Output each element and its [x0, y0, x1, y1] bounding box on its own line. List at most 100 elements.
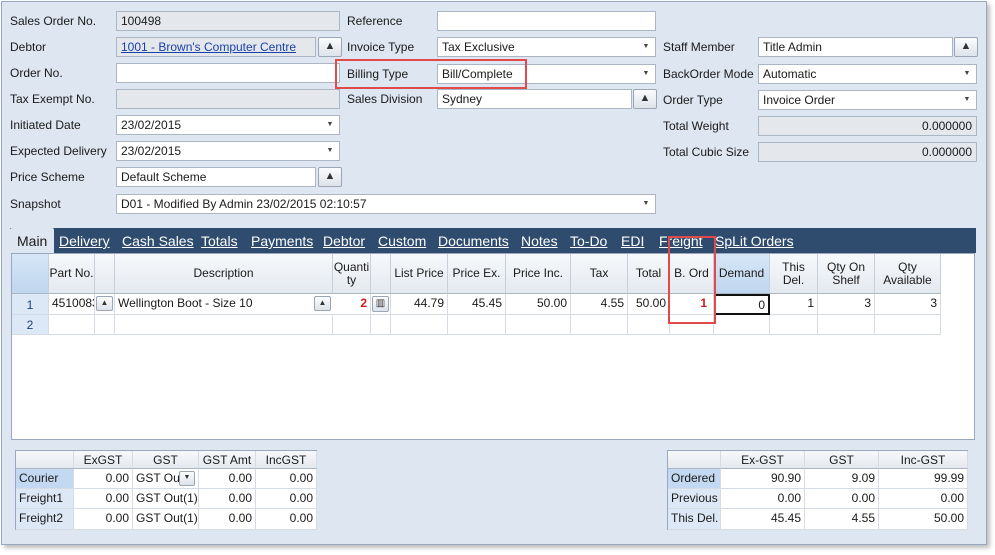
freight-gst-select[interactable]: GST Out ▼ — [133, 469, 199, 489]
freight-gst-amt[interactable]: 0.00 — [199, 489, 256, 509]
freight-exgst[interactable]: 0.00 — [74, 489, 133, 509]
cell-total[interactable]: 50.00 — [628, 294, 670, 315]
debtor-field[interactable]: 1001 - Brown's Computer Centre — [116, 37, 316, 57]
initiated-date-field[interactable]: 23/02/2015 ▼ — [116, 115, 340, 135]
order-type-select[interactable]: Invoice Order ▼ — [758, 90, 977, 110]
tab-documents[interactable]: Documents — [438, 228, 509, 253]
tab-notes[interactable]: Notes — [521, 228, 558, 253]
freight-exgst[interactable]: 0.00 — [74, 469, 133, 489]
grid-corner[interactable] — [12, 254, 49, 294]
tab-payments[interactable]: Payments — [251, 228, 313, 253]
col-tax[interactable]: Tax — [571, 254, 628, 294]
cell-total[interactable] — [628, 315, 670, 335]
cell-price-ex[interactable]: 45.45 — [448, 294, 506, 315]
chevron-down-icon[interactable]: ▼ — [640, 198, 652, 210]
sales-division-field[interactable]: Sydney — [437, 89, 632, 109]
staff-member-field[interactable]: Title Admin — [758, 37, 953, 57]
tab-debtor[interactable]: Debtor — [323, 228, 365, 253]
freight-row-label[interactable]: Courier — [16, 469, 74, 489]
staff-member-lookup-button[interactable]: ▲ — [954, 37, 978, 57]
freight-exgst[interactable]: 0.00 — [74, 509, 133, 530]
tab-split-orders[interactable]: SpLit Orders — [715, 228, 794, 253]
tab-cash-sales[interactable]: Cash Sales — [122, 228, 194, 253]
cell-list-price[interactable] — [391, 315, 448, 335]
cell-part-no[interactable]: 4510083 — [49, 294, 95, 315]
trash-icon[interactable]: ▥ — [372, 296, 389, 312]
cell-tax[interactable] — [571, 315, 628, 335]
price-scheme-field[interactable]: Default Scheme — [116, 167, 316, 187]
freight-incgst[interactable]: 0.00 — [256, 509, 317, 530]
freight-gst-amt[interactable]: 0.00 — [199, 509, 256, 530]
freight-incgst[interactable]: 0.00 — [256, 489, 317, 509]
col-description[interactable]: Description — [115, 254, 333, 294]
col-list-price[interactable]: List Price — [391, 254, 448, 294]
tab-custom[interactable]: Custom — [378, 228, 426, 253]
col-this-del[interactable]: This Del. — [770, 254, 818, 294]
col-part-no[interactable]: Part No. — [49, 254, 95, 294]
cell-this-del[interactable] — [770, 315, 818, 335]
col-qty-on-shelf[interactable]: Qty On Shelf — [818, 254, 875, 294]
col-part-lookup — [95, 254, 115, 294]
cell-qty-on-shelf[interactable]: 3 — [818, 294, 875, 315]
chevron-down-icon[interactable]: ▼ — [640, 41, 652, 53]
cell-demand[interactable] — [714, 315, 770, 335]
tab-edi[interactable]: EDI — [621, 228, 644, 253]
debtor-lookup-button[interactable]: ▲ — [318, 37, 342, 57]
cell-demand[interactable]: 0 — [714, 294, 770, 315]
tax-exempt-field[interactable] — [116, 89, 340, 109]
col-total[interactable]: Total — [628, 254, 670, 294]
cell-description[interactable] — [115, 315, 333, 335]
backorder-mode-select[interactable]: Automatic ▼ — [758, 64, 977, 84]
freight-row-label[interactable]: Freight2 — [16, 509, 74, 530]
row-number[interactable]: 2 — [12, 315, 49, 335]
reference-field[interactable] — [437, 11, 656, 31]
chevron-up-icon[interactable]: ▲ — [314, 296, 331, 311]
cell-price-inc[interactable] — [506, 315, 571, 335]
chevron-up-icon[interactable]: ▲ — [96, 296, 113, 311]
cell-qty-on-shelf[interactable] — [818, 315, 875, 335]
freight-row-label[interactable]: Freight1 — [16, 489, 74, 509]
order-no-field[interactable] — [116, 63, 340, 83]
invoice-type-select[interactable]: Tax Exclusive ▼ — [437, 37, 656, 57]
initiated-date-label: Initiated Date — [10, 118, 81, 132]
sales-order-no-field[interactable]: 100498 — [116, 11, 340, 31]
tab-delivery[interactable]: Delivery — [59, 228, 110, 253]
chevron-down-icon[interactable]: ▼ — [640, 68, 652, 80]
price-scheme-lookup-button[interactable]: ▲ — [318, 167, 342, 187]
cell-list-price[interactable]: 44.79 — [391, 294, 448, 315]
chevron-down-icon[interactable]: ▼ — [961, 94, 973, 106]
cell-tax[interactable]: 4.55 — [571, 294, 628, 315]
order-lines-grid[interactable]: Part No. Description Quanti ty List Pric… — [11, 253, 975, 440]
col-demand[interactable]: Demand — [714, 254, 770, 294]
freight-gst[interactable]: GST Out(1) — [133, 489, 199, 509]
col-quantity[interactable]: Quanti ty — [333, 254, 371, 294]
cell-this-del[interactable]: 1 — [770, 294, 818, 315]
freight-incgst[interactable]: 0.00 — [256, 469, 317, 489]
expected-delivery-field[interactable]: 23/02/2015 ▼ — [116, 141, 340, 161]
cell-qty-available[interactable]: 3 — [875, 294, 941, 315]
tab-totals[interactable]: Totals — [201, 228, 238, 253]
row-number[interactable]: 1 — [12, 294, 49, 315]
col-qty-available[interactable]: Qty Available — [875, 254, 941, 294]
snapshot-field[interactable]: D01 - Modified By Admin 23/02/2015 02:10… — [116, 194, 656, 214]
totals-inc-gst: 50.00 — [879, 509, 968, 530]
chevron-down-icon[interactable]: ▼ — [324, 145, 336, 157]
col-price-inc[interactable]: Price Inc. — [506, 254, 571, 294]
cell-quantity[interactable] — [333, 315, 371, 335]
freight-gst-amt[interactable]: 0.00 — [199, 469, 256, 489]
cell-price-inc[interactable]: 50.00 — [506, 294, 571, 315]
sales-division-lookup-button[interactable]: ▲ — [633, 89, 657, 109]
freight-gst[interactable]: GST Out(1) — [133, 509, 199, 530]
cell-quantity[interactable]: 2 — [333, 294, 371, 315]
cell-part-no[interactable] — [49, 315, 95, 335]
cell-description[interactable]: Wellington Boot - Size 10 — [115, 294, 333, 315]
cell-price-ex[interactable] — [448, 315, 506, 335]
col-price-ex[interactable]: Price Ex. — [448, 254, 506, 294]
chevron-down-icon[interactable]: ▼ — [324, 119, 336, 131]
chevron-down-icon[interactable]: ▼ — [961, 68, 973, 80]
tab-todo[interactable]: To-Do — [570, 228, 607, 253]
tab-main[interactable]: Main — [10, 228, 55, 253]
chevron-down-icon[interactable]: ▼ — [179, 471, 195, 486]
reference-label: Reference — [347, 14, 403, 28]
cell-qty-available[interactable] — [875, 315, 941, 335]
